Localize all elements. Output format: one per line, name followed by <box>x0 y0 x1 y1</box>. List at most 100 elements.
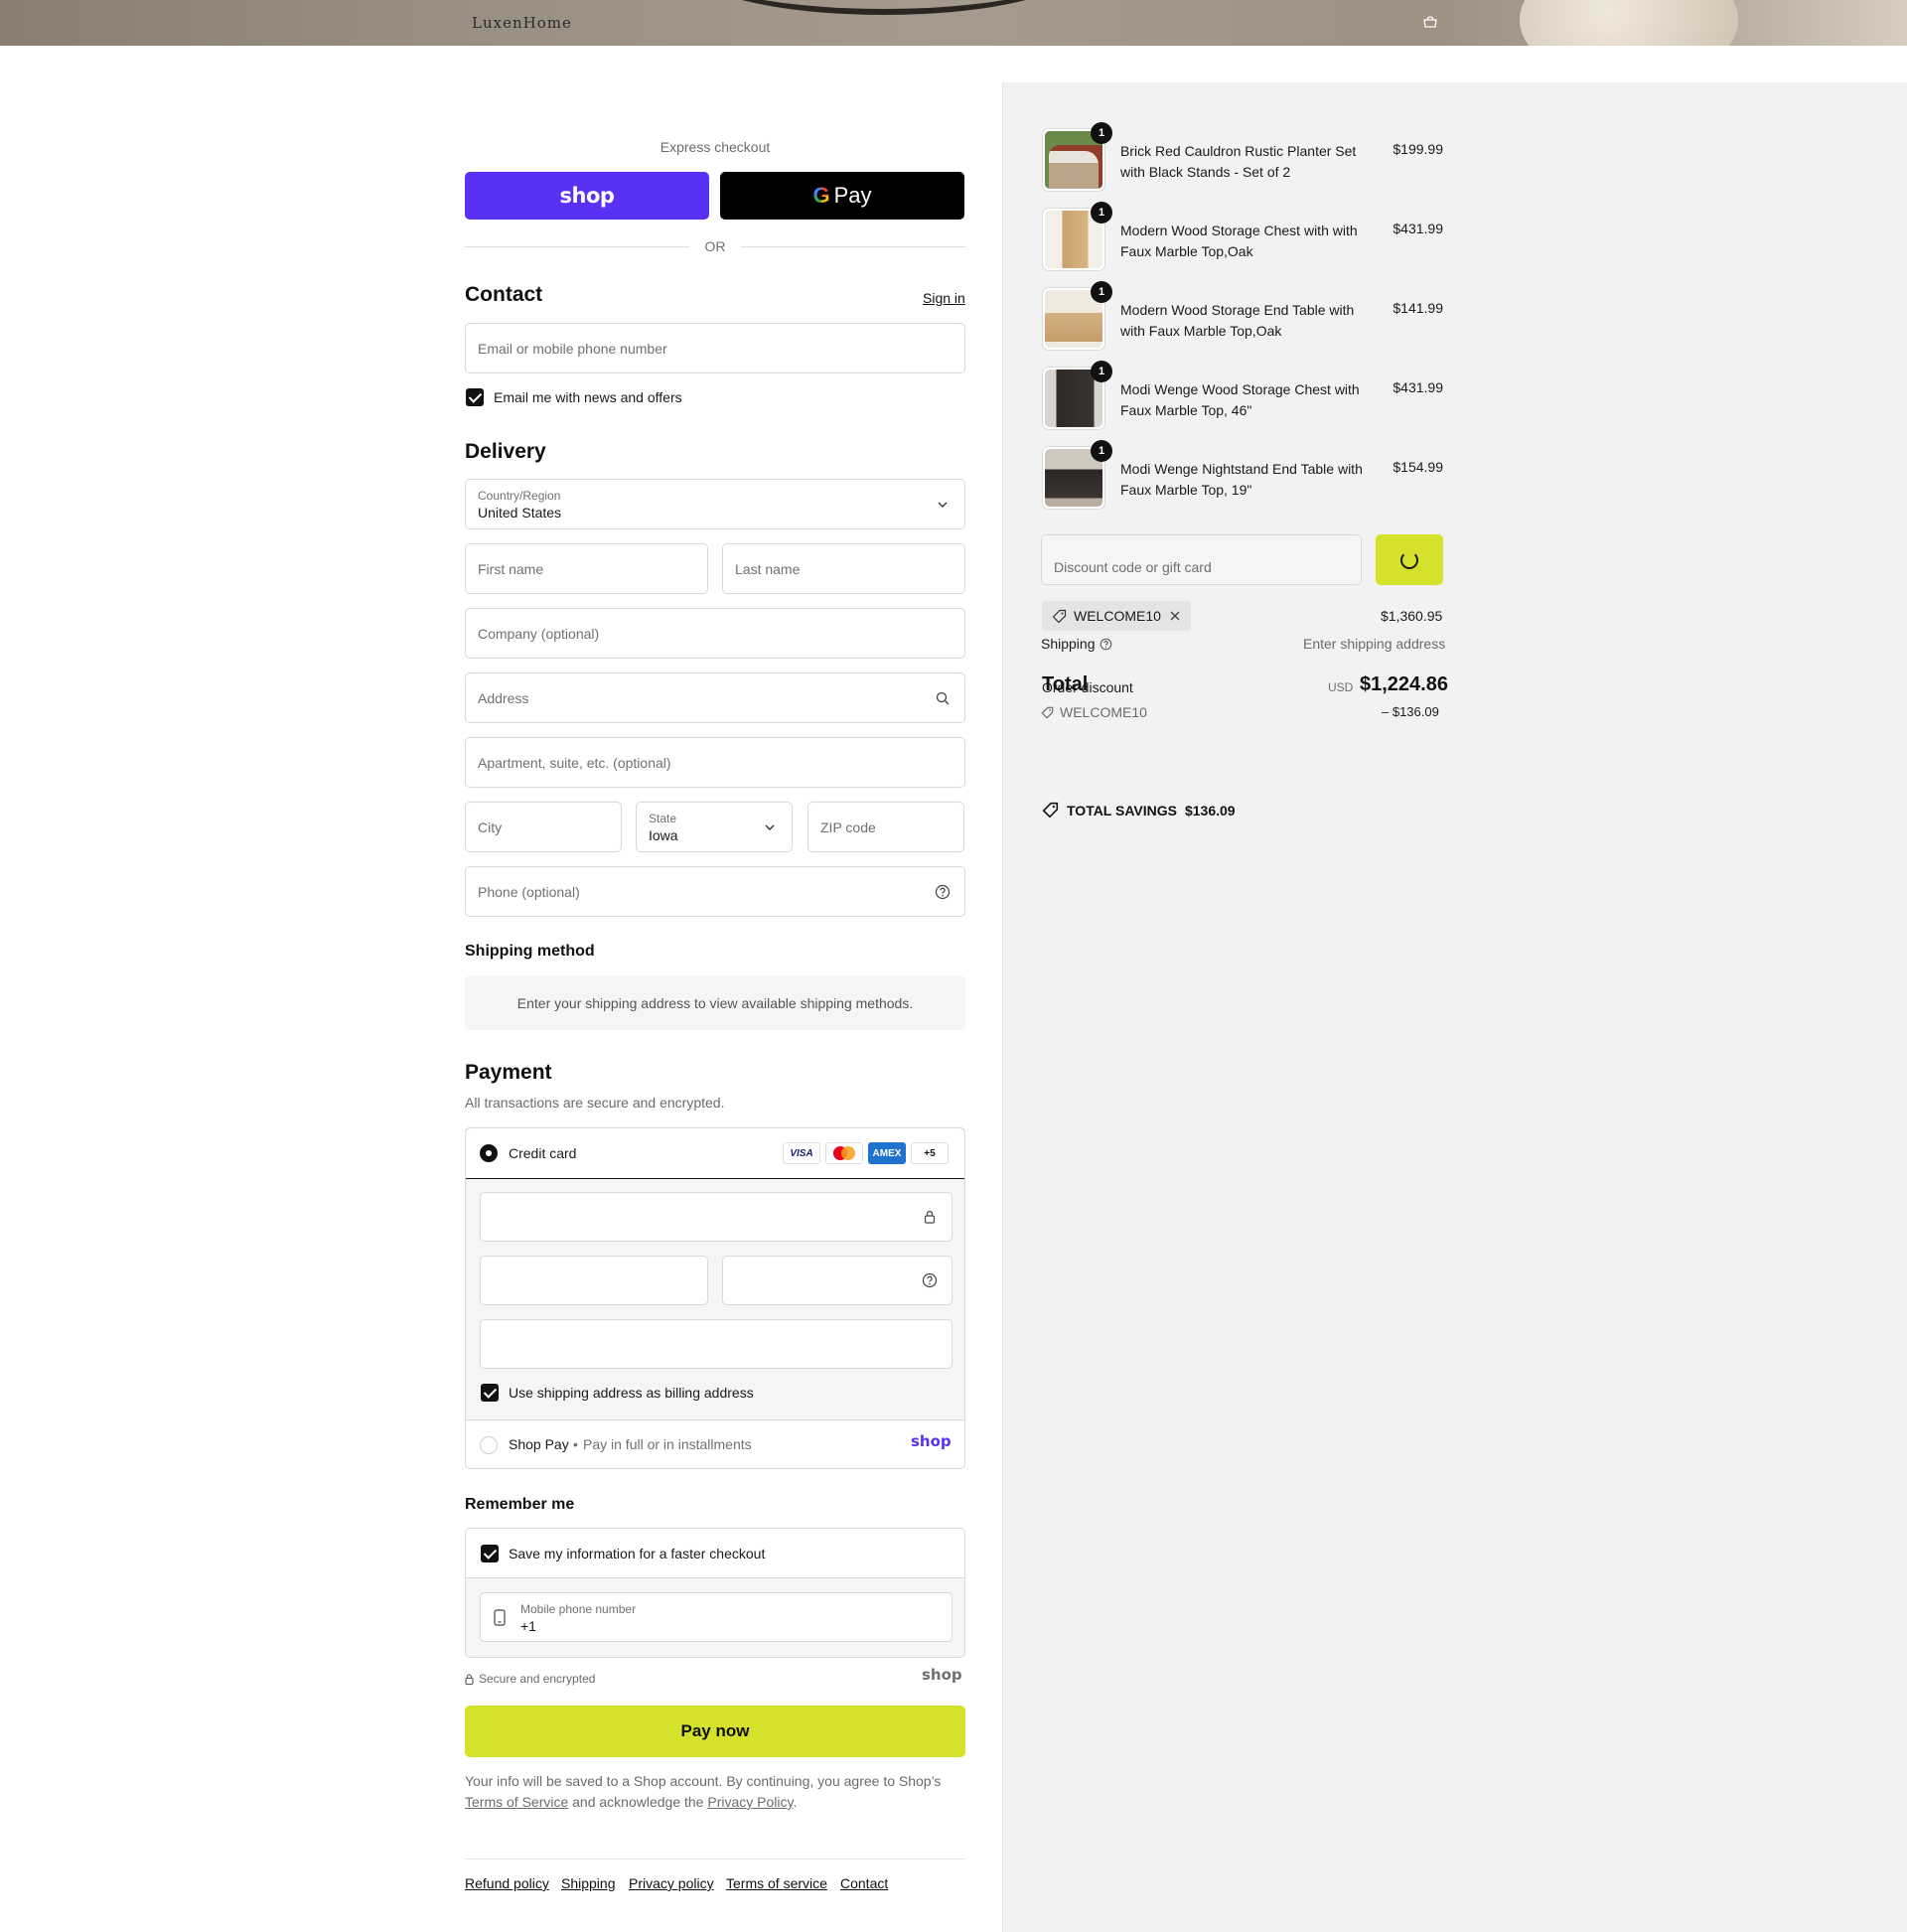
visa-icon: VISA <box>783 1142 820 1164</box>
credit-card-option[interactable]: Credit card VISA AMEX +5 <box>466 1128 964 1179</box>
line-item: 1 Modern Wood Storage End Table with wit… <box>1042 281 1443 353</box>
more-cards-badge: +5 <box>911 1142 949 1164</box>
remember-me-group: Save my information for a faster checkou… <box>465 1528 965 1658</box>
shop-pay-option[interactable]: Shop Pay • Pay in full or in installment… <box>466 1419 964 1468</box>
secure-label: Secure and encrypted <box>479 1672 596 1686</box>
shop-pay-radio[interactable] <box>480 1436 498 1454</box>
banner-vase-image <box>1520 0 1738 46</box>
billing-same-checkbox[interactable] <box>481 1384 499 1402</box>
pay-now-button[interactable]: Pay now <box>465 1706 965 1757</box>
shipping-method-heading: Shipping method <box>465 943 595 960</box>
mastercard-icon <box>825 1142 863 1164</box>
shop-privacy-link[interactable]: Privacy Policy <box>707 1794 793 1810</box>
company-field[interactable]: Company (optional) <box>465 608 965 659</box>
lock-icon <box>465 1674 474 1685</box>
apply-discount-button[interactable] <box>1376 534 1443 585</box>
privacy-policy-link[interactable]: Privacy policy <box>629 1875 714 1891</box>
subtotal-value: $1,360.95 <box>1381 608 1443 624</box>
google-pay-button[interactable]: G Pay <box>720 172 964 220</box>
refund-policy-link[interactable]: Refund policy <box>465 1875 549 1891</box>
sign-in-link[interactable]: Sign in <box>923 290 965 306</box>
payment-heading: Payment <box>465 1061 552 1084</box>
help-circle-icon[interactable] <box>935 884 951 900</box>
city-field[interactable]: City <box>465 802 622 852</box>
amex-icon: AMEX <box>868 1142 906 1164</box>
quantity-badge: 1 <box>1091 122 1112 144</box>
phone-field[interactable]: Phone (optional) <box>465 866 965 917</box>
help-circle-icon[interactable] <box>1100 638 1112 651</box>
discount-amount: – $136.09 <box>1382 704 1439 719</box>
zip-field[interactable]: ZIP code <box>807 802 964 852</box>
loading-spinner-icon <box>1400 550 1418 569</box>
google-g-icon: G <box>812 183 830 208</box>
express-checkout-label: Express checkout <box>660 139 771 155</box>
first-name-field[interactable]: First name <box>465 543 708 594</box>
payment-subtitle: All transactions are secure and encrypte… <box>465 1095 725 1111</box>
store-logo[interactable]: LuxenHome <box>472 14 572 32</box>
quantity-badge: 1 <box>1091 440 1112 462</box>
total-amount: $1,224.86 <box>1360 673 1448 695</box>
line-item: 1 Brick Red Cauldron Rustic Planter Set … <box>1042 122 1443 194</box>
mobile-phone-icon <box>494 1609 506 1626</box>
shop-pay-button[interactable]: shop <box>465 172 709 220</box>
card-cvv-field[interactable] <box>722 1256 953 1305</box>
total-savings: TOTAL SAVINGS $136.09 <box>1042 802 1236 818</box>
lock-icon <box>924 1210 936 1224</box>
card-name-field[interactable] <box>480 1319 953 1369</box>
quantity-badge: 1 <box>1091 281 1112 303</box>
card-expiry-field[interactable] <box>480 1256 708 1305</box>
legal-text: Your info will be saved to a Shop accoun… <box>465 1773 942 1810</box>
help-circle-icon[interactable] <box>922 1272 938 1288</box>
terms-of-service-link[interactable]: Terms of service <box>726 1875 827 1891</box>
shipping-methods-notice: Enter your shipping address to view avai… <box>465 975 965 1030</box>
shipping-label: Shipping <box>1041 636 1096 652</box>
save-info-label: Save my information for a faster checkou… <box>509 1546 766 1561</box>
shipping-policy-link[interactable]: Shipping <box>561 1875 616 1891</box>
quantity-badge: 1 <box>1091 361 1112 382</box>
line-item: 1 Modern Wood Storage Chest with with Fa… <box>1042 202 1443 273</box>
state-select[interactable]: State Iowa <box>636 802 793 852</box>
delivery-heading: Delivery <box>465 440 546 463</box>
remember-heading: Remember me <box>465 1496 575 1513</box>
line-item: 1 Modi Wenge Nightstand End Table with F… <box>1042 440 1443 512</box>
close-icon[interactable] <box>1169 610 1181 622</box>
or-divider: OR <box>465 236 965 256</box>
chevron-down-icon <box>938 502 948 508</box>
tag-icon <box>1042 802 1059 818</box>
search-icon <box>936 691 950 705</box>
chevron-down-icon <box>765 824 775 830</box>
country-select[interactable]: Country/Region United States <box>465 479 965 529</box>
discount-code-label: WELCOME10 <box>1060 704 1147 720</box>
payment-method-group: Credit card VISA AMEX +5 Use shipping ad… <box>465 1127 965 1469</box>
banner-bowl-image <box>685 0 1083 15</box>
total-currency: USD <box>1328 680 1354 694</box>
last-name-field[interactable]: Last name <box>722 543 965 594</box>
address-field[interactable]: Address <box>465 672 965 723</box>
contact-link[interactable]: Contact <box>840 1875 888 1891</box>
header-banner: LuxenHome <box>0 0 1907 46</box>
email-field[interactable]: Email or mobile phone number <box>465 323 965 373</box>
credit-card-radio[interactable] <box>480 1144 498 1162</box>
contact-heading: Contact <box>465 283 543 306</box>
total-label: Total <box>1042 673 1089 695</box>
card-number-field[interactable] <box>480 1192 953 1242</box>
line-item: 1 Modi Wenge Wood Storage Chest with Fau… <box>1042 361 1443 432</box>
order-summary-panel <box>1002 82 1907 1932</box>
quantity-badge: 1 <box>1091 202 1112 223</box>
cart-icon[interactable] <box>1422 16 1438 28</box>
shop-logo: shop <box>922 1666 962 1684</box>
shop-terms-link[interactable]: Terms of Service <box>465 1794 568 1810</box>
news-label: Email me with news and offers <box>494 389 682 405</box>
news-checkbox[interactable] <box>466 388 484 406</box>
tag-icon <box>1052 609 1067 624</box>
applied-discount-chip: WELCOME10 <box>1042 601 1191 631</box>
mobile-phone-field[interactable]: Mobile phone number +1 <box>480 1592 953 1642</box>
billing-same-label: Use shipping address as billing address <box>509 1385 754 1401</box>
apartment-field[interactable]: Apartment, suite, etc. (optional) <box>465 737 965 788</box>
save-info-checkbox[interactable] <box>481 1545 499 1562</box>
discount-code-field[interactable]: Discount code or gift card <box>1041 534 1362 585</box>
footer-divider <box>465 1858 965 1859</box>
shop-logo: shop <box>911 1432 952 1450</box>
shipping-value: Enter shipping address <box>1303 636 1446 652</box>
tag-icon <box>1041 706 1054 719</box>
